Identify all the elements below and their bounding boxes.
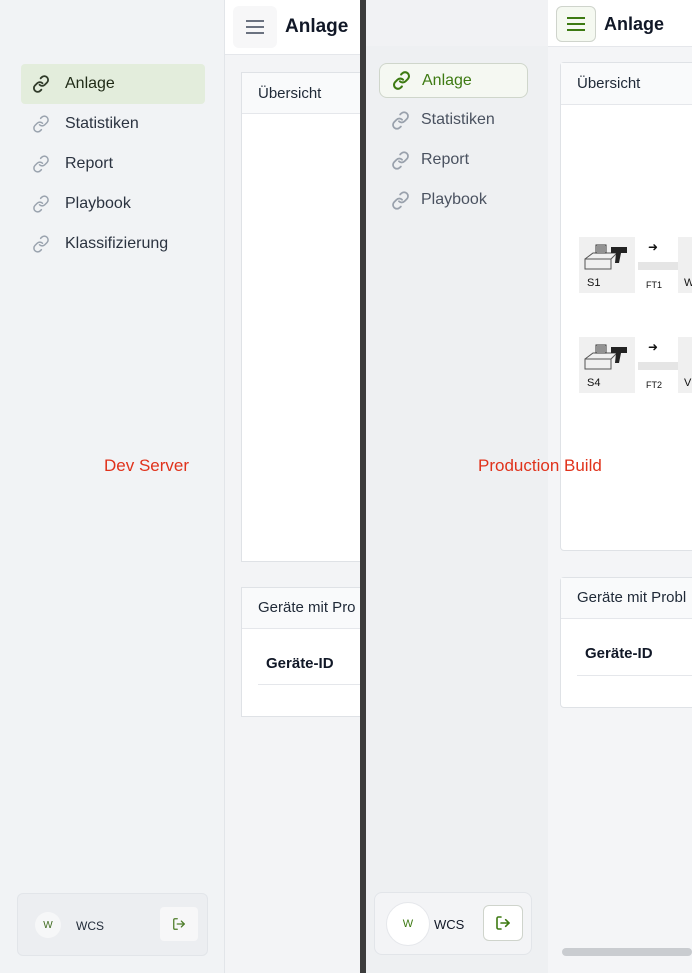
conveyor[interactable]: ➜ FT1 xyxy=(638,240,678,296)
sidebar-item-playbook[interactable]: Playbook xyxy=(21,184,205,224)
devices-card: Geräte mit Probl Geräte-ID xyxy=(560,577,692,708)
environment-label: Production Build xyxy=(478,456,602,475)
devices-card-title: Geräte mit Pro xyxy=(242,588,360,629)
device-label: S4 xyxy=(587,377,601,389)
logout-icon xyxy=(496,916,510,930)
device-label: S1 xyxy=(587,277,601,289)
link-icon xyxy=(390,190,410,210)
sidebar-item-label: Report xyxy=(65,155,114,172)
link-icon xyxy=(390,110,410,130)
link-icon xyxy=(31,234,51,254)
avatar[interactable]: W xyxy=(386,902,430,946)
sidebar: Anlage Statistiken Report Playbook Klass… xyxy=(0,0,225,973)
sidebar-item-label: Anlage xyxy=(422,71,472,89)
logout-button[interactable] xyxy=(160,907,198,941)
dev-server-pane: Anlage Statistiken Report Playbook Klass… xyxy=(0,0,360,973)
conveyor[interactable]: ➜ FT2 xyxy=(638,340,678,396)
sidebar-item-statistiken[interactable]: Statistiken xyxy=(379,100,528,140)
menu-button[interactable] xyxy=(233,6,277,48)
user-panel: W WCS xyxy=(17,893,208,956)
sidebar: Anlage Statistiken Report Playbook W WCS xyxy=(366,0,548,973)
sidebar-item-label: Anlage xyxy=(65,75,115,92)
horizontal-scrollbar[interactable] xyxy=(562,948,692,956)
devices-card-title: Geräte mit Probl xyxy=(561,578,692,619)
arrow-right-icon: ➜ xyxy=(648,240,659,254)
topbar: Anlage xyxy=(225,0,360,55)
device-label: W xyxy=(684,277,692,289)
link-icon xyxy=(31,194,51,214)
device-partial[interactable]: V xyxy=(678,337,692,393)
sidebar-header xyxy=(366,0,548,46)
user-panel: W WCS xyxy=(374,892,532,955)
sidebar-item-label: Klassifizierung xyxy=(65,235,169,252)
sidebar-item-label: Statistiken xyxy=(421,111,495,128)
link-icon xyxy=(390,150,410,170)
sidebar-item-label: Playbook xyxy=(421,191,487,208)
production-build-pane: Anlage Statistiken Report Playbook W WCS xyxy=(366,0,692,973)
sidebar-item-anlage[interactable]: Anlage xyxy=(21,64,205,104)
sidebar-item-report[interactable]: Report xyxy=(21,144,205,184)
sidebar-item-playbook[interactable]: Playbook xyxy=(379,180,528,220)
topbar: Anlage xyxy=(548,0,692,47)
main-content: Anlage Übersicht S1 ➜ FT1 W S4 ➜ FT2 V G… xyxy=(548,0,692,973)
username: WCS xyxy=(434,917,465,932)
overview-card-title: Übersicht xyxy=(242,73,360,114)
scanner-device[interactable]: S4 xyxy=(579,337,635,393)
hamburger-menu-icon xyxy=(246,20,264,34)
sidebar-item-label: Statistiken xyxy=(65,115,139,132)
sidebar-item-anlage[interactable]: Anlage xyxy=(379,63,528,98)
page-title: Anlage xyxy=(604,14,665,34)
environment-label: Dev Server xyxy=(104,456,190,475)
conveyor-label: FT1 xyxy=(646,280,663,290)
overview-card-title: Übersicht xyxy=(561,63,692,105)
barcode-scanner-icon xyxy=(584,244,627,270)
sidebar-item-label: Playbook xyxy=(65,195,131,212)
barcode-scanner-icon xyxy=(584,344,627,370)
comparison-screenshot: Anlage Statistiken Report Playbook Klass… xyxy=(0,0,692,973)
link-icon xyxy=(31,74,51,94)
menu-button[interactable] xyxy=(556,6,596,42)
overview-card: Übersicht xyxy=(560,62,692,551)
main-content: Anlage Übersicht Geräte mit Pro Geräte-I… xyxy=(225,0,360,973)
link-icon xyxy=(31,114,51,134)
conveyor-belt xyxy=(638,362,678,370)
sidebar-item-statistiken[interactable]: Statistiken xyxy=(21,104,205,144)
sidebar-nav: Anlage Statistiken Report Playbook Klass… xyxy=(21,64,205,264)
username: WCS xyxy=(76,919,104,933)
table-header-device-id[interactable]: Geräte-ID xyxy=(258,644,360,685)
sidebar-item-label: Report xyxy=(421,151,470,168)
link-icon xyxy=(31,154,51,174)
hamburger-menu-icon xyxy=(567,17,585,31)
arrow-right-icon: ➜ xyxy=(648,340,659,354)
conveyor-label: FT2 xyxy=(646,380,663,390)
scanner-device[interactable]: S1 xyxy=(579,237,635,293)
link-icon xyxy=(391,71,411,91)
page-title: Anlage xyxy=(285,16,349,37)
sidebar-item-klassifizierung[interactable]: Klassifizierung xyxy=(21,224,205,264)
sidebar-nav: Anlage Statistiken Report Playbook xyxy=(379,63,528,220)
device-label: V xyxy=(684,377,692,389)
avatar[interactable]: W xyxy=(35,912,61,938)
logout-button[interactable] xyxy=(483,905,523,941)
conveyor-belt xyxy=(638,262,678,270)
device-partial[interactable]: W xyxy=(678,237,692,293)
logout-icon xyxy=(173,918,185,930)
sidebar-item-report[interactable]: Report xyxy=(379,140,528,180)
table-header-device-id[interactable]: Geräte-ID xyxy=(577,634,692,676)
devices-card: Geräte mit Pro Geräte-ID xyxy=(241,587,360,717)
overview-card: Übersicht xyxy=(241,72,360,562)
